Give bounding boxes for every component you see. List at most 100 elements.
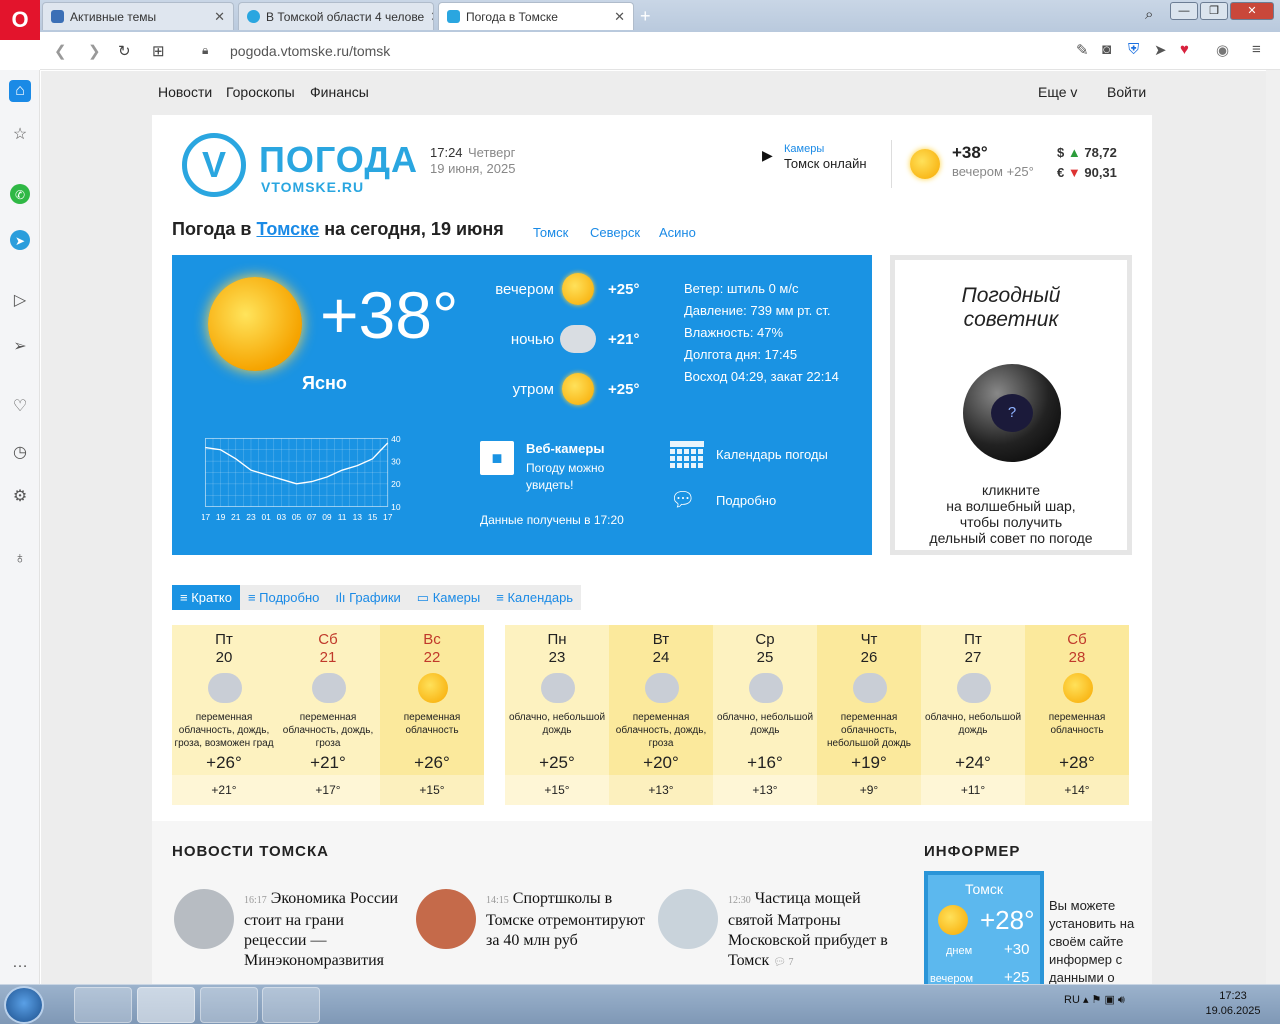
usd-rate[interactable]: $ ▲ 78,72	[1057, 145, 1117, 160]
send-icon[interactable]: ➤	[1154, 41, 1167, 59]
reload-icon[interactable]: ↻	[118, 42, 131, 60]
eur-rate[interactable]: € ▼ 90,31	[1057, 165, 1117, 180]
clock[interactable]: 17:23 19.06.2025	[1196, 989, 1270, 1019]
whatsapp-icon[interactable]: ✆	[10, 184, 30, 204]
more-icon[interactable]: …	[9, 952, 31, 974]
detailed-link[interactable]: Подробно	[716, 493, 776, 508]
nav-horoscopes[interactable]: Гороскопы	[226, 84, 295, 100]
news-thumbnail[interactable]	[658, 889, 718, 949]
city-seversk[interactable]: Северск	[590, 225, 640, 240]
tab-active-topics[interactable]: Активные темы ✕	[42, 2, 234, 30]
send-icon[interactable]: ➢	[9, 336, 31, 358]
system-tray: RU ▴ ⚑ ▣ 🔊︎	[1064, 994, 1125, 1006]
heart-icon[interactable]: ♡	[9, 396, 31, 418]
scrollbar[interactable]	[1266, 70, 1280, 984]
maximize-button[interactable]: ❐	[1200, 2, 1228, 20]
player-icon[interactable]: ▷	[9, 290, 31, 312]
close-icon[interactable]: ✕	[214, 9, 225, 25]
nav-more[interactable]: Еще v	[1038, 84, 1077, 100]
forecast-day[interactable]: Вс 22 переменная облачность +26° +15°	[380, 625, 484, 805]
chat-icon[interactable]: 💬︎	[670, 487, 704, 515]
tab-cameras[interactable]: ▭ Камеры	[409, 585, 488, 610]
nav-finance[interactable]: Финансы	[310, 84, 369, 100]
comments-count[interactable]: 💬︎ 7	[773, 957, 793, 968]
logo[interactable]: V	[182, 133, 246, 197]
login-link[interactable]: Войти	[1107, 84, 1146, 100]
shield-icon[interactable]: ⛨	[1128, 41, 1139, 58]
lightbulb-icon[interactable]: ♁	[9, 548, 31, 570]
forecast-day[interactable]: Пн 23 облачно, небольшой дождь +25° +15°	[505, 625, 609, 805]
webcam-icon[interactable]: ■	[480, 441, 514, 475]
news-thumbnail[interactable]	[174, 889, 234, 949]
chart-x-tick: 09	[322, 512, 332, 522]
city-tomsk[interactable]: Томск	[533, 225, 568, 240]
play-icon[interactable]: ▶	[762, 147, 773, 164]
camera-icon[interactable]: ◙	[1102, 41, 1111, 58]
close-window-button[interactable]: ✕	[1230, 2, 1274, 20]
search-icon[interactable]: ⌕	[1145, 6, 1153, 23]
close-icon[interactable]: ✕	[430, 9, 433, 25]
avatar[interactable]: ◉	[1216, 41, 1229, 59]
cameras-link[interactable]: Томск онлайн	[784, 156, 867, 171]
forecast-day[interactable]: Сб 21 переменная облачность, дождь, гроз…	[276, 625, 380, 805]
forecast-day[interactable]: Пт 27 облачно, небольшой дождь +24° +11°	[921, 625, 1025, 805]
language-indicator[interactable]: RU	[1064, 994, 1080, 1006]
forecast-day[interactable]: Сб 28 переменная облачность +28° +14°	[1025, 625, 1129, 805]
lock-icon[interactable]: 🔒︎	[202, 43, 208, 58]
forecast-day[interactable]: Ср 25 облачно, небольшой дождь +16° +13°	[713, 625, 817, 805]
opera-menu-button[interactable]: O	[0, 0, 40, 40]
logo-title[interactable]: ПОГОДА	[259, 139, 418, 181]
minimize-button[interactable]: —	[1170, 2, 1198, 20]
weather-advisor[interactable]: Погодный советник ? кликните на волшебный…	[890, 255, 1132, 555]
city-link[interactable]: Томске	[256, 219, 319, 239]
tab-brief[interactable]: ≡ Кратко	[172, 585, 240, 610]
tab-detailed[interactable]: ≡ Подробно	[240, 585, 327, 610]
magic-ball-icon[interactable]: ?	[963, 364, 1061, 462]
tab-tomsk-news[interactable]: В Томской области 4 челове ✕	[238, 2, 434, 30]
gear-icon[interactable]: ⚙	[9, 486, 31, 508]
forecast-date: 25	[756, 649, 774, 666]
forecast-low: +15°	[505, 775, 609, 805]
forward-icon[interactable]: ❯	[88, 42, 101, 60]
forecast-day[interactable]: Вт 24 переменная облачность, дождь, гроз…	[609, 625, 713, 805]
settings-sliders-icon[interactable]: ≡	[1252, 41, 1261, 58]
telegram-icon[interactable]: ➤	[10, 230, 30, 250]
news-text[interactable]: Частица мощей святой Матроны Московской …	[728, 890, 888, 969]
forecast-day[interactable]: Пт 20 переменная облачность, дождь, гроз…	[172, 625, 276, 805]
edit-icon[interactable]: ✎	[1076, 41, 1089, 59]
history-icon[interactable]: ◷	[9, 442, 31, 464]
news-thumbnail[interactable]	[416, 889, 476, 949]
tab-charts[interactable]: ılı Графики	[327, 585, 408, 610]
nav-news[interactable]: Новости	[158, 84, 212, 100]
cameras-label[interactable]: Камеры	[784, 143, 824, 155]
news-text[interactable]: Спортшколы в Томске отремонтируют за 40 …	[486, 890, 645, 949]
new-tab-button[interactable]: +	[640, 6, 651, 27]
clock-time: 17:23	[1219, 990, 1247, 1002]
tab-calendar[interactable]: ≡ Календарь	[488, 585, 581, 610]
tab-weather-tomsk[interactable]: Погода в Томске ✕	[438, 2, 634, 30]
explorer-icon[interactable]	[200, 987, 258, 1023]
calendar-link[interactable]: Календарь погоды	[716, 447, 828, 462]
forecast-day[interactable]: Чт 26 переменная облачность, небольшой д…	[817, 625, 921, 805]
visual-studio-icon[interactable]	[74, 987, 132, 1023]
chrome-icon[interactable]	[262, 987, 320, 1023]
heart-icon[interactable]: ♥	[1180, 41, 1189, 58]
calendar-icon[interactable]	[670, 441, 704, 471]
webcams-link[interactable]: Веб-камеры	[526, 441, 604, 456]
weather-icon	[447, 10, 460, 23]
weather-card: V ПОГОДА VTOMSKE.RU 17:24 Четверг 19 июн…	[152, 115, 1152, 984]
informer-widget[interactable]: Томск +28° днем +30 вечером +25	[924, 871, 1044, 984]
url-input[interactable]: pogoda.vtomske.ru/tomsk	[230, 43, 390, 59]
top-nav: Новости Гороскопы Финансы Еще v Войти	[41, 71, 1266, 115]
news-text[interactable]: Экономика России стоит на грани рецессии…	[244, 890, 398, 969]
city-asino[interactable]: Асино	[659, 225, 696, 240]
tabs-grid-icon[interactable]: ⊞	[152, 42, 165, 60]
close-icon[interactable]: ✕	[614, 9, 625, 25]
start-button[interactable]	[4, 986, 44, 1024]
cloud-rain-icon	[312, 673, 346, 703]
home-icon[interactable]: ⌂	[9, 80, 31, 102]
opera-taskbar-icon[interactable]	[137, 987, 195, 1023]
back-icon[interactable]: ❮	[54, 42, 67, 60]
star-icon[interactable]: ☆	[9, 124, 31, 146]
tab-label: Подробно	[259, 590, 320, 605]
